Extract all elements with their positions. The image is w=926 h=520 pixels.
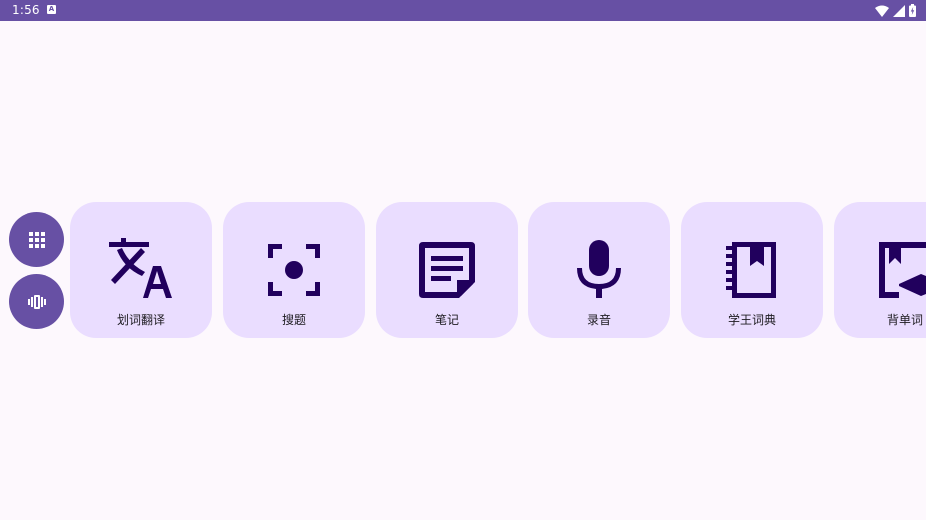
tile-label: 录音 [586, 313, 611, 327]
notification-glyph: A [48, 5, 55, 13]
tile-label: 学王词典 [727, 313, 776, 327]
wifi-icon [875, 5, 889, 17]
tile-label: 划词翻译 [116, 313, 165, 327]
tile-notes[interactable]: 笔记 [376, 202, 518, 338]
microphone-icon [567, 238, 631, 302]
tile-label: 笔记 [434, 313, 459, 327]
translate-icon [109, 238, 173, 302]
vibrate-button[interactable] [9, 274, 64, 329]
tile-recording[interactable]: 录音 [528, 202, 670, 338]
battery-charging-icon [909, 4, 916, 17]
tile-vocabulary[interactable]: 背单词 [834, 202, 926, 338]
tile-label: 搜题 [281, 313, 306, 327]
a-box-icon: A [47, 5, 56, 14]
status-time: 1:56 [12, 3, 40, 17]
status-icons [875, 4, 916, 17]
note-icon [415, 238, 479, 302]
tile-dictionary[interactable]: 学王词典 [681, 202, 823, 338]
status-bar: 1:56 A [0, 0, 926, 21]
apps-grid-button[interactable] [9, 212, 64, 267]
tile-search-question[interactable]: 搜题 [223, 202, 365, 338]
grid-icon [28, 231, 45, 248]
dictionary-icon [720, 238, 784, 302]
tile-label: 背单词 [886, 313, 923, 327]
tile-translate[interactable]: 划词翻译 [70, 202, 212, 338]
center-focus-icon [262, 238, 326, 302]
vibrate-icon [27, 294, 46, 309]
cell-signal-icon [893, 4, 905, 17]
bookmark-learn-icon [873, 238, 926, 302]
